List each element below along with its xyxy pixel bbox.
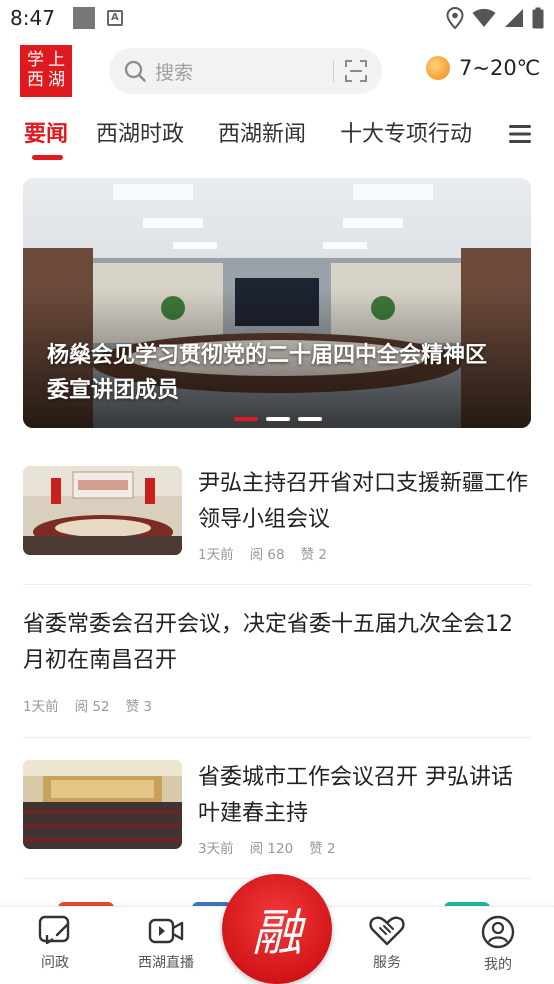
carousel-indicator [234, 417, 322, 421]
news-thumbnail [23, 466, 182, 555]
active-tab-indicator [32, 155, 63, 160]
carousel-dot[interactable] [298, 417, 322, 421]
status-right [446, 7, 544, 29]
logo-char: 湖 [48, 70, 65, 90]
channel-tabs: 要闻 西湖时政 西湖新闻 十大专项行动 [0, 110, 554, 162]
ask-government-icon [38, 915, 70, 945]
app-logo[interactable]: 学 上 西 湖 [20, 45, 72, 97]
news-likes: 赞 2 [309, 841, 336, 857]
carousel-dot[interactable] [266, 417, 290, 421]
search-bar[interactable]: 搜索 [109, 48, 382, 94]
location-icon [446, 7, 464, 29]
news-reads: 阅 52 [74, 699, 110, 715]
news-title: 尹弘主持召开省对口支援新疆工作领导小组会议 [198, 471, 529, 532]
weather-widget[interactable]: 7~20℃ [426, 56, 540, 80]
news-meta: 1天前 阅 52 赞 3 [23, 695, 152, 715]
news-time: 3天前 [198, 841, 234, 857]
video-live-icon [148, 918, 184, 944]
rong-center-icon: 融 [252, 904, 302, 962]
app-screen: 8:47 A 学 上 西 湖 搜索 7~20℃ 要闻 西湖时政 西湖新闻 十大专… [0, 0, 554, 984]
scan-icon[interactable] [344, 59, 368, 83]
tab-special-actions[interactable]: 十大专项行动 [340, 116, 472, 148]
divider [23, 737, 531, 738]
news-item[interactable]: 省委常委会召开会议，决定省委十五届九次全会12月初在南昌召开 1天前 阅 52 … [23, 607, 531, 717]
nav-label: 服务 [373, 955, 401, 971]
news-likes: 赞 3 [125, 699, 152, 715]
news-thumbnail [23, 760, 182, 849]
rong-center-button[interactable]: 融 [222, 874, 332, 984]
news-thumbnail-image [23, 760, 182, 849]
nav-item-live[interactable]: 西湖直播 [121, 915, 211, 972]
nav-item-mine[interactable]: 我的 [453, 915, 543, 974]
search-placeholder: 搜索 [155, 61, 194, 84]
news-thumbnail-image [23, 466, 182, 555]
search-divider [333, 60, 334, 82]
news-reads: 阅 120 [249, 841, 294, 857]
news-item[interactable]: 省委城市工作会议召开 尹弘讲话 叶建春主持 3天前 阅 120 赞 2 [23, 760, 531, 860]
tab-xihu-xinwen[interactable]: 西湖新闻 [218, 116, 306, 148]
banner-title: 杨燊会见学习贯彻党的二十届四中全会精神区委宣讲团成员 [47, 343, 488, 403]
status-time: 8:47 [10, 6, 55, 30]
carousel-dot-active[interactable] [234, 417, 258, 421]
menu-icon[interactable] [509, 124, 531, 144]
news-time: 1天前 [23, 699, 59, 715]
nav-item-service[interactable]: 服务 [342, 915, 432, 972]
nav-label: 我的 [484, 957, 512, 973]
wifi-icon [472, 8, 496, 27]
search-icon [124, 60, 146, 82]
news-meta: 1天前 阅 68 赞 2 [198, 543, 327, 563]
news-item[interactable]: 尹弘主持召开省对口支援新疆工作领导小组会议 1天前 阅 68 赞 2 [23, 466, 531, 566]
signal-icon [505, 9, 523, 27]
news-meta: 3天前 阅 120 赞 2 [198, 837, 336, 857]
nav-item-wenzheng[interactable]: 问政 [10, 915, 100, 972]
logo-char: 学 [27, 50, 44, 70]
nav-label: 西湖直播 [138, 955, 194, 971]
news-title: 省委常委会召开会议，决定省委十五届九次全会12月初在南昌召开 [23, 612, 513, 673]
user-profile-icon [481, 915, 515, 949]
notification-icon [72, 7, 95, 29]
nav-label: 问政 [41, 955, 69, 971]
news-time: 1天前 [198, 547, 234, 563]
weather-temperature: 7~20℃ [459, 56, 541, 80]
tab-yaowen[interactable]: 要闻 [24, 116, 68, 148]
status-bar: 8:47 A [0, 0, 554, 36]
news-likes: 赞 2 [300, 547, 327, 563]
sunny-icon [426, 56, 450, 80]
a-notification-icon: A [106, 10, 123, 26]
tab-xihu-shizheng[interactable]: 西湖时政 [96, 116, 184, 148]
app-header: 学 上 西 湖 搜索 7~20℃ [0, 40, 554, 104]
headline-banner[interactable]: 杨燊会见学习贯彻党的二十届四中全会精神区委宣讲团成员 [23, 178, 531, 428]
news-title: 省委城市工作会议召开 尹弘讲话 叶建春主持 [198, 765, 513, 826]
logo-char: 西 [27, 70, 44, 90]
divider [23, 584, 531, 585]
logo-char: 上 [48, 50, 65, 70]
news-reads: 阅 68 [249, 547, 285, 563]
battery-icon [532, 7, 544, 29]
handshake-heart-icon [369, 916, 405, 946]
